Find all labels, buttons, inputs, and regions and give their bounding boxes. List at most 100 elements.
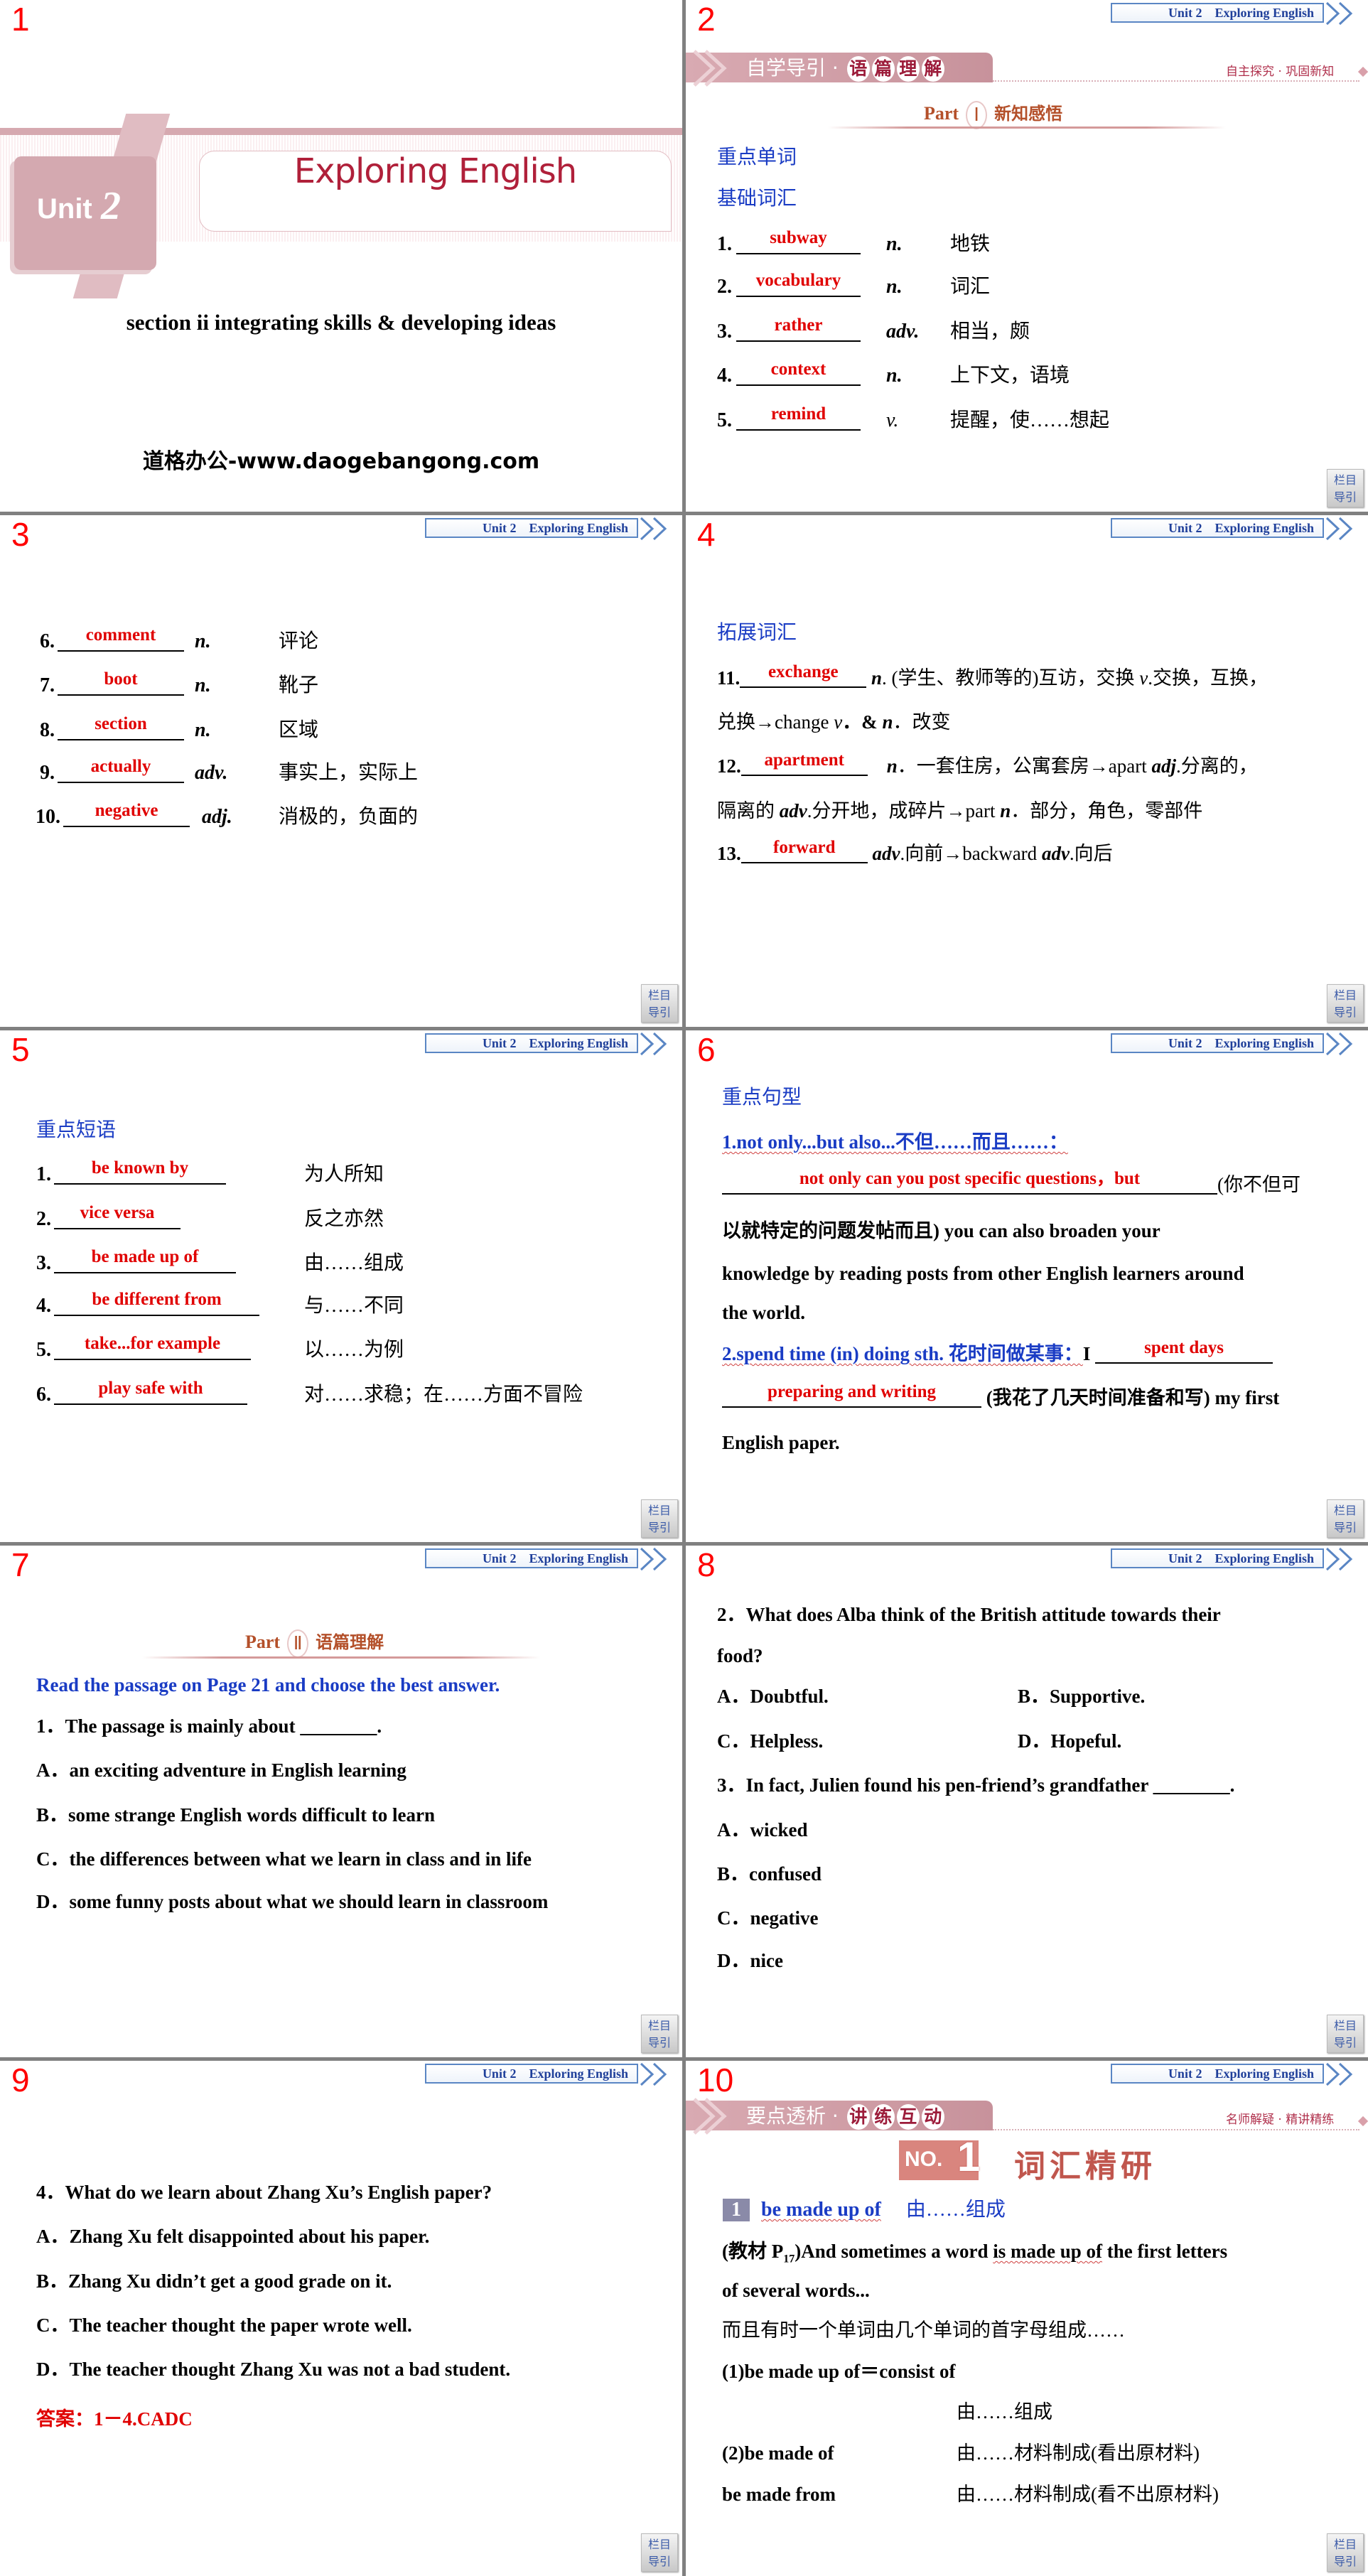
example-text: the first letters bbox=[1102, 2241, 1228, 2262]
vocab-item-11-cont: 兑换→change v．& n．改变 bbox=[717, 709, 950, 735]
answer: apartment bbox=[764, 750, 844, 770]
slide-number: 8 bbox=[697, 1546, 716, 1583]
slide-4: 4 Unit 2 Exploring English 拓展词汇 11. excha… bbox=[686, 515, 1368, 1027]
item-number: 1. bbox=[717, 233, 732, 255]
slide-8: 8 Unit 2 Exploring English 2．What does A… bbox=[686, 1546, 1368, 2057]
title-box: Exploring English bbox=[199, 151, 672, 232]
answer-blank: vice versa bbox=[54, 1203, 181, 1229]
meaning-text: .向前→backward bbox=[900, 843, 1042, 864]
answer-blank: preparing and writing bbox=[722, 1382, 981, 1408]
nav-guide-button[interactable]: 栏目 导引 bbox=[641, 2533, 678, 2572]
unit-header: Unit 2 Exploring English bbox=[425, 1548, 638, 1568]
answer-blank: remind bbox=[736, 404, 861, 431]
website-text: 道格办公-www.daogebangong.com bbox=[142, 449, 540, 474]
double-chevron-icon bbox=[1325, 1547, 1353, 1571]
item-number: 4. bbox=[36, 1295, 51, 1317]
question-3: 3．In fact, Julien found his pen-friend’s… bbox=[717, 1774, 1235, 1796]
section-title: 词汇精研 bbox=[1014, 2148, 1156, 2184]
question-2-cont: food? bbox=[717, 1645, 763, 1666]
part-label: Part bbox=[245, 1632, 281, 1652]
answer-blank: not only can you post specific questions… bbox=[722, 1169, 1217, 1195]
meaning-text: 兑换→change bbox=[717, 711, 834, 733]
meaning-text: .分离的， bbox=[1176, 755, 1258, 777]
vocab-item: 4. context n. 上下文，语境 bbox=[717, 360, 1070, 389]
band-char: 理 bbox=[896, 56, 920, 82]
pos-text: n bbox=[882, 711, 893, 733]
answer-blank: spent days bbox=[1095, 1338, 1273, 1364]
meaning: 对……求稳；在……方面不冒险 bbox=[304, 1384, 583, 1406]
meaning: 与……不同 bbox=[304, 1295, 404, 1317]
question-1: 1．The passage is mainly about ________. bbox=[36, 1715, 382, 1737]
slide-number: 7 bbox=[11, 1546, 30, 1583]
nav-label: 栏目 bbox=[1333, 2538, 1357, 2551]
part-of-speech: adv. bbox=[195, 762, 228, 784]
part-title: 语篇理解 bbox=[316, 1632, 384, 1652]
nav-guide-button[interactable]: 栏目 导引 bbox=[1327, 984, 1364, 1023]
pos-text: n bbox=[871, 667, 883, 689]
answer: be different from bbox=[92, 1290, 222, 1309]
part-of-speech: adv. bbox=[886, 320, 920, 343]
answer: not only can you post specific questions… bbox=[799, 1169, 1141, 1188]
nav-guide-button[interactable]: 栏目 导引 bbox=[641, 1499, 678, 1538]
pattern-1-line: not only can you post specific questions… bbox=[722, 1169, 1300, 1197]
meaning: 事实上，实际上 bbox=[279, 762, 419, 784]
nav-guide-button[interactable]: 栏目 导引 bbox=[1327, 469, 1364, 507]
section-band: 自学导引 · 语篇理解 bbox=[686, 50, 993, 87]
answer: section bbox=[95, 714, 147, 733]
slide-9: 9 Unit 2 Exploring English 4．What do we … bbox=[0, 2061, 682, 2576]
nav-guide-button[interactable]: 栏目 导引 bbox=[1327, 1499, 1364, 1538]
vocab-item-13: 13. forward adv.向前→backward adv.向后 bbox=[717, 838, 1113, 866]
part-of-speech: n. bbox=[886, 233, 903, 255]
slide-number: 4 bbox=[697, 516, 716, 553]
nav-guide-button[interactable]: 栏目 导引 bbox=[1327, 2533, 1364, 2572]
nav-label: 导引 bbox=[647, 2555, 671, 2568]
meaning-text: ．改变 bbox=[893, 711, 951, 733]
answer: comment bbox=[85, 625, 156, 645]
option-c: C．the differences between what we learn … bbox=[36, 1848, 532, 1870]
sentence-text: (我花了几天时间准备和写) my first bbox=[986, 1387, 1280, 1408]
answer-blank: rather bbox=[736, 316, 861, 342]
answer-blank: actually bbox=[58, 757, 184, 783]
double-chevron-icon bbox=[1325, 1, 1353, 26]
part-title: 新知感悟 bbox=[994, 104, 1063, 124]
meaning: 消极的，负面的 bbox=[279, 806, 419, 828]
nav-guide-button[interactable]: 栏目 导引 bbox=[1327, 2015, 1364, 2053]
usage-3: be made from bbox=[722, 2484, 836, 2505]
item-number: 5. bbox=[717, 409, 732, 431]
band-char: 互 bbox=[896, 2104, 920, 2130]
option-a: A．Zhang Xu felt disappointed about his p… bbox=[36, 2226, 430, 2247]
meaning-text: ．一套住房，公寓套房→apart bbox=[897, 755, 1152, 777]
meaning: 评论 bbox=[279, 630, 319, 652]
vocab-item: 7. boot n. 靴子 bbox=[40, 669, 318, 699]
double-chevron-icon bbox=[1325, 1032, 1353, 1056]
usage-3-meaning: 由……材料制成(看不出原材料) bbox=[957, 2484, 1219, 2505]
meaning: 上下文，语境 bbox=[950, 365, 1070, 387]
vocab-item: 5. remind v. 提醒，使……想起 bbox=[717, 404, 1109, 433]
item-number: 10. bbox=[36, 806, 60, 828]
part-number: Ⅱ bbox=[287, 1629, 309, 1659]
sentence-text: the world. bbox=[722, 1302, 805, 1323]
phrase-item: 6. play safe with 对……求稳；在……方面不冒险 bbox=[36, 1379, 583, 1408]
slide-number: 1 bbox=[11, 1, 30, 38]
vocab-item-12-cont: 隔离的 adv.分开地，成碎片→part n．部分，角色，零部件 bbox=[717, 798, 1202, 824]
answer-blank: boot bbox=[58, 669, 184, 696]
nav-guide-button[interactable]: 栏目 导引 bbox=[641, 2015, 678, 2053]
pos-text: n bbox=[1000, 800, 1011, 821]
nav-guide-button[interactable]: 栏目 导引 bbox=[641, 984, 678, 1023]
item-number: 4. bbox=[717, 365, 732, 387]
diamond-icon bbox=[1357, 2116, 1368, 2127]
sentence-text: 以就特定的问题发帖而且) you can also broaden your bbox=[722, 1220, 1160, 1241]
answer-blank: be different from bbox=[54, 1290, 259, 1316]
option-d: D．Hopeful. bbox=[1018, 1730, 1122, 1752]
section-heading: 重点短语 bbox=[36, 1119, 117, 1141]
meaning: 地铁 bbox=[950, 233, 991, 255]
slide-number: 6 bbox=[697, 1031, 716, 1068]
nav-label: 导引 bbox=[1333, 1006, 1357, 1019]
meaning: 为人所知 bbox=[304, 1163, 384, 1185]
unit-title: Exploring English bbox=[293, 151, 577, 191]
meaning-text: ．& bbox=[842, 711, 883, 733]
part-of-speech: n. bbox=[195, 674, 211, 696]
answer-blank: exchange bbox=[740, 662, 867, 688]
meaning: 靴子 bbox=[279, 674, 319, 696]
slide-10: 10 Unit 2 Exploring English 要点透析 · 讲练互动 … bbox=[686, 2061, 1368, 2576]
